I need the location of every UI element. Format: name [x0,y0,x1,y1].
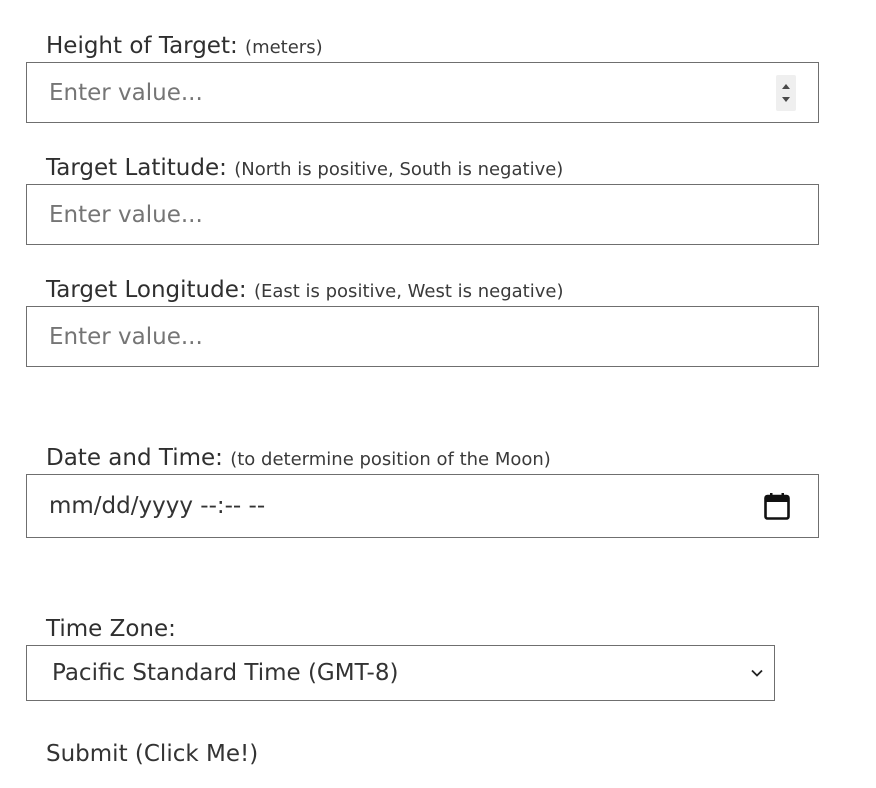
timezone-label-text: Time Zone: [46,616,176,642]
timezone-select[interactable]: Pacific Standard Time (GMT-8) [26,645,775,701]
height-label: Height of Target: (meters) [46,31,323,63]
datetime-label-text: Date and Time: [46,445,223,471]
latitude-input[interactable]: Enter value... [26,184,819,245]
longitude-label-text: Target Longitude: [46,277,247,303]
number-spinner-icon[interactable] [776,75,796,111]
latitude-label-text: Target Latitude: [46,155,227,181]
submit-button[interactable]: Submit (Click Me!) [46,739,258,769]
longitude-input[interactable]: Enter value... [26,306,819,367]
spinner-up-icon[interactable] [782,84,790,89]
latitude-label: Target Latitude: (North is positive, Sou… [46,153,563,185]
latitude-input-placeholder: Enter value... [49,201,203,228]
timezone-label: Time Zone: [46,614,176,644]
datetime-label: Date and Time: (to determine position of… [46,443,551,475]
height-input-placeholder: Enter value... [49,79,203,106]
datetime-input-value: mm/dd/yyyy --:-- -- [49,493,266,519]
datetime-hint: (to determine position of the Moon) [230,449,551,470]
timezone-selected-value: Pacific Standard Time (GMT-8) [52,660,399,686]
longitude-label: Target Longitude: (East is positive, Wes… [46,275,564,307]
longitude-input-placeholder: Enter value... [49,323,203,350]
calendar-icon[interactable] [764,492,790,520]
height-label-text: Height of Target: [46,33,238,59]
datetime-input[interactable]: mm/dd/yyyy --:-- -- [26,474,819,538]
longitude-hint: (East is positive, West is negative) [253,281,564,302]
chevron-down-icon [751,669,763,677]
height-hint: (meters) [245,37,323,58]
spinner-down-icon[interactable] [782,97,790,102]
height-input[interactable]: Enter value... [26,62,819,123]
latitude-hint: (North is positive, South is negative) [234,159,564,180]
